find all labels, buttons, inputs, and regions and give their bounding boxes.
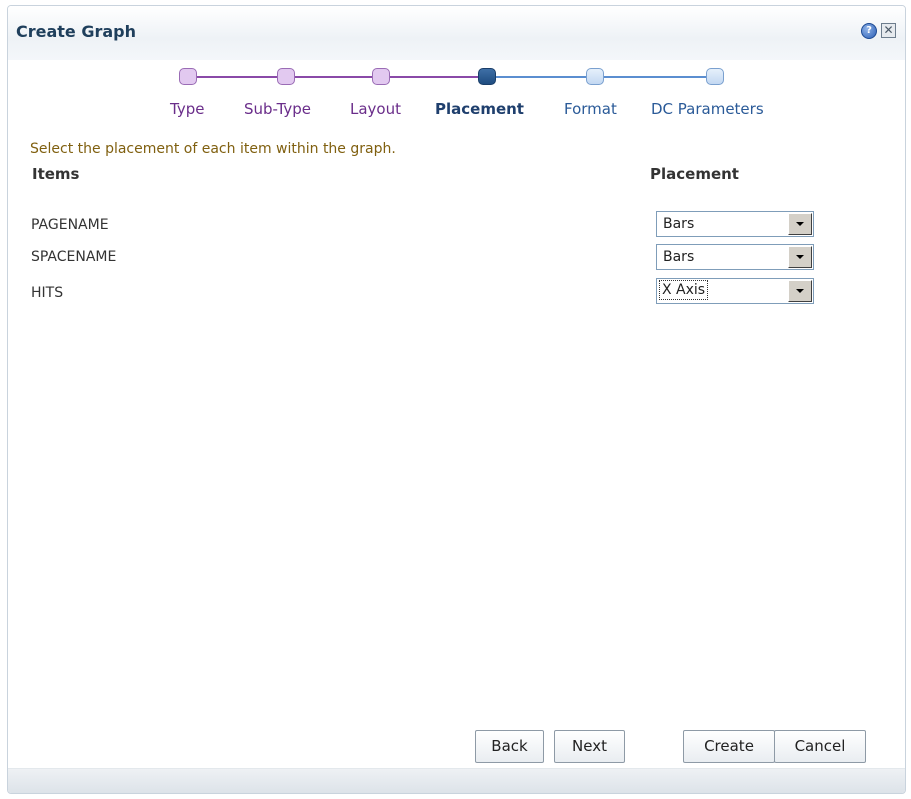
train-label-placement: Placement — [435, 100, 524, 118]
placement-select-value: X Axis — [658, 280, 709, 300]
train-connector-3 — [390, 76, 478, 78]
train-stop-layout[interactable] — [372, 68, 390, 85]
train-connector-5 — [604, 76, 706, 78]
placement-column-header: Placement — [650, 165, 739, 183]
chevron-down-icon[interactable] — [788, 246, 812, 268]
items-column-header: Items — [32, 165, 80, 183]
chevron-down-icon[interactable] — [788, 213, 812, 235]
create-graph-dialog: Create Graph ? ✕ Type Sub-Type Layout Pl… — [7, 5, 906, 794]
train-label-format[interactable]: Format — [564, 100, 617, 118]
train-stop-type[interactable] — [179, 68, 197, 85]
placement-select-hits[interactable]: X Axis — [656, 278, 814, 304]
placement-select-value: Bars — [663, 249, 695, 265]
help-icon[interactable]: ? — [861, 23, 877, 39]
train-label-type[interactable]: Type — [170, 100, 204, 118]
train-stop-sub-type[interactable] — [277, 68, 295, 85]
train-stop-format[interactable] — [586, 68, 604, 85]
instruction-text: Select the placement of each item within… — [30, 141, 396, 157]
chevron-down-icon[interactable] — [788, 280, 812, 302]
dialog-titlebar: Create Graph ? ✕ — [8, 6, 905, 60]
cancel-button[interactable]: Cancel — [774, 730, 866, 763]
placement-select-pagename[interactable]: Bars — [656, 211, 814, 237]
train-label-sub-type[interactable]: Sub-Type — [244, 100, 311, 118]
train-label-dc-parameters[interactable]: DC Parameters — [651, 100, 764, 118]
dialog-footer-bar — [8, 768, 905, 793]
train-stop-placement — [478, 68, 496, 85]
close-icon[interactable]: ✕ — [881, 23, 896, 38]
train-connector-2 — [295, 76, 372, 78]
train-connector-4 — [496, 76, 586, 78]
placement-select-spacename[interactable]: Bars — [656, 244, 814, 270]
train-label-layout[interactable]: Layout — [350, 100, 401, 118]
create-button[interactable]: Create — [683, 730, 775, 763]
item-label-pagename: PAGENAME — [31, 217, 109, 233]
train-connector-1 — [197, 76, 277, 78]
dialog-title: Create Graph — [16, 22, 137, 41]
back-button[interactable]: Back — [475, 730, 544, 763]
item-label-hits: HITS — [31, 285, 64, 301]
next-button[interactable]: Next — [554, 730, 625, 763]
item-label-spacename: SPACENAME — [31, 249, 117, 265]
train-stop-dc-parameters[interactable] — [706, 68, 724, 85]
placement-select-value: Bars — [663, 216, 695, 232]
